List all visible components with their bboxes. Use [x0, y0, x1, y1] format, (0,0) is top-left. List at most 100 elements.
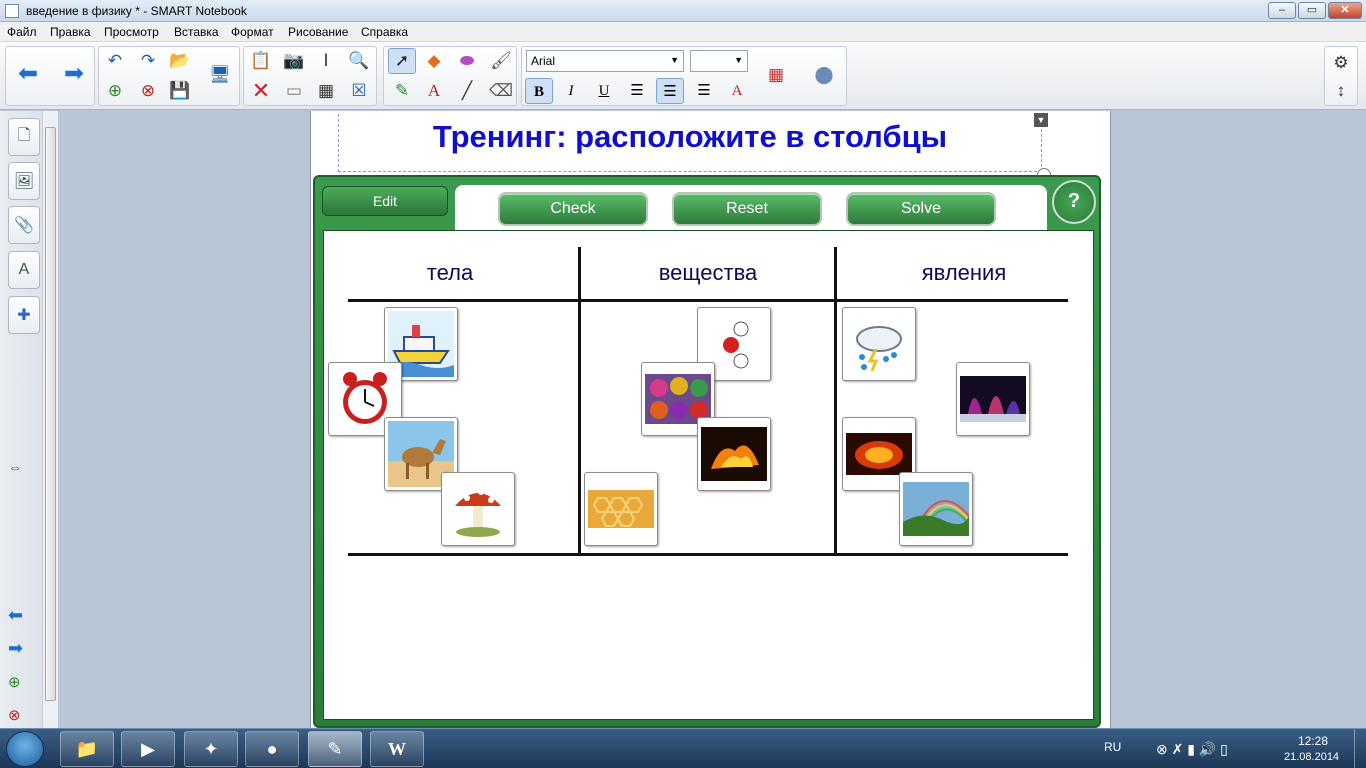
underline-button[interactable]: U — [590, 78, 618, 104]
align-right-icon[interactable]: ☰ — [690, 78, 718, 104]
back-arrow-icon[interactable]: ⬅ — [14, 60, 42, 87]
minimize-button[interactable]: – — [1268, 2, 1296, 19]
add-page-side-icon[interactable]: ⊕ — [8, 673, 21, 691]
solve-button[interactable]: Solve — [846, 192, 996, 226]
paste-icon[interactable]: 📋 — [247, 48, 275, 74]
tray-icons[interactable]: ⊗ ✗ ▮ 🔊 ▯ — [1156, 741, 1228, 758]
media-player-icon[interactable]: ▶ — [121, 731, 175, 767]
menu-insert[interactable]: Вставка — [174, 25, 219, 39]
select-pointer-icon[interactable]: ➚ — [388, 48, 416, 74]
pens-icon[interactable]: ✎ — [388, 78, 416, 104]
next-page-icon[interactable]: ➡ — [8, 638, 23, 659]
redo-icon[interactable]: ↷ — [134, 48, 162, 74]
gallery-icon[interactable]: 🖼 — [8, 162, 40, 200]
column-header-bodies: тела — [426, 260, 474, 285]
column-divider-1 — [578, 247, 581, 555]
clock-time[interactable]: 12:28 — [1298, 734, 1328, 748]
text-tool-icon[interactable]: A — [420, 78, 448, 104]
open-folder-icon[interactable]: 📂 — [166, 48, 194, 74]
undo-icon[interactable]: ↶ — [101, 48, 129, 74]
align-center-icon[interactable]: ☰ — [656, 78, 684, 104]
menu-draw[interactable]: Рисование — [288, 25, 348, 39]
close-box-icon[interactable]: ☒ — [345, 78, 373, 104]
shapes-icon[interactable]: ◆ — [420, 48, 448, 74]
menu-format[interactable]: Формат — [231, 25, 274, 39]
delete-icon[interactable]: ✕ — [247, 78, 275, 104]
edit-button[interactable]: Edit — [322, 186, 448, 216]
help-button[interactable]: ? — [1052, 180, 1096, 224]
menu-file[interactable]: Файл — [7, 25, 37, 39]
italic-button[interactable]: I — [557, 78, 585, 104]
font-size-select[interactable]: ▼ — [690, 50, 748, 72]
card-rain-cloud[interactable] — [842, 307, 916, 381]
menu-help[interactable]: Справка — [361, 25, 408, 39]
screen-shade-icon[interactable]: ▭ — [280, 78, 308, 104]
taskbar: 📁 ▶ ✦ ● ✎ W RU ⊗ ✗ ▮ 🔊 ▯ 12:28 21.08.201… — [0, 728, 1366, 768]
text-insert-icon[interactable]: Ⅰ — [312, 48, 340, 74]
align-left-icon[interactable]: ☰ — [623, 78, 651, 104]
card-rainbow[interactable] — [899, 472, 973, 546]
gear-icon[interactable]: ⚙ — [1327, 50, 1355, 76]
properties-tab-icon[interactable]: A — [8, 251, 40, 289]
line-icon[interactable]: ╱ — [453, 78, 481, 104]
eraser-tool-icon[interactable]: ⌫ — [487, 78, 515, 104]
color-palette-icon[interactable]: ▦ — [762, 62, 790, 88]
explorer-icon[interactable]: 📁 — [60, 731, 114, 767]
word-icon[interactable]: W — [370, 731, 424, 767]
molten-metal-image — [701, 427, 767, 481]
properties-icon[interactable]: ⬤ — [810, 62, 838, 88]
reset-button[interactable]: Reset — [672, 192, 822, 226]
camera-icon[interactable]: 📷 — [280, 48, 308, 74]
column-header-substances: вещества — [658, 260, 758, 285]
mushrooms-image — [455, 489, 501, 537]
column-header-phenomena: явления — [921, 260, 1007, 285]
save-icon[interactable]: 💾 — [166, 78, 194, 104]
table-icon[interactable]: ▦ — [312, 78, 340, 104]
close-button[interactable]: ✕ — [1328, 2, 1362, 19]
bold-button[interactable]: B — [525, 78, 553, 104]
menu-edit[interactable]: Правка — [50, 25, 91, 39]
screen-display-icon[interactable]: 🖥 — [206, 62, 234, 88]
window-title: введение в физику * - SMART Notebook — [26, 4, 247, 18]
check-button[interactable]: Check — [498, 192, 648, 226]
side-scrollbar[interactable] — [42, 111, 58, 728]
rain-cloud-image — [856, 326, 902, 372]
page-sorter-icon[interactable]: 🗋 — [8, 118, 40, 156]
forward-arrow-icon[interactable]: ➡ — [60, 60, 88, 87]
spell-check-icon[interactable]: 🔍 — [345, 48, 373, 74]
page-heading[interactable]: Тренинг: расположите в столбцы — [338, 114, 1042, 172]
eraser-icon[interactable]: ⬬ — [453, 48, 481, 74]
toolbar-move-icon[interactable]: ↕ — [1327, 78, 1355, 104]
delete-page-icon[interactable]: ⊗ — [134, 78, 162, 104]
card-molten-metal[interactable] — [697, 417, 771, 491]
firefox-icon[interactable]: ● — [245, 731, 299, 767]
app-icon — [5, 4, 19, 18]
card-mushrooms[interactable] — [441, 472, 515, 546]
add-page-icon[interactable]: ⊕ — [101, 78, 129, 104]
object-menu-icon[interactable]: ▼ — [1034, 113, 1048, 127]
clock-date[interactable]: 21.08.2014 — [1284, 751, 1339, 763]
language-indicator[interactable]: RU — [1104, 740, 1121, 754]
card-honeycomb[interactable] — [584, 472, 658, 546]
previous-page-icon[interactable]: ⬅ — [8, 605, 23, 626]
fill-icon[interactable]: 🖌 — [487, 48, 515, 74]
maximize-button[interactable]: ▭ — [1298, 2, 1326, 19]
card-aurora[interactable] — [956, 362, 1030, 436]
menu-bar: Файл Правка Просмотр Вставка Формат Рисо… — [0, 22, 1366, 42]
show-desktop-button[interactable] — [1354, 729, 1366, 768]
column-divider-2 — [834, 247, 837, 555]
menu-view[interactable]: Просмотр — [104, 25, 159, 39]
bottom-divider — [348, 553, 1068, 556]
resize-panel-icon[interactable]: ⇔ — [8, 459, 22, 475]
addons-icon[interactable]: ✚ — [8, 296, 40, 334]
rainbow-image — [903, 482, 969, 537]
title-bar: введение в физику * - SMART Notebook – ▭… — [0, 0, 1366, 22]
attachments-icon[interactable]: 📎 — [8, 206, 40, 244]
text-effects-icon[interactable]: A — [723, 78, 751, 104]
smart-tools-icon[interactable]: ✦ — [184, 731, 238, 767]
delete-page-side-icon[interactable]: ⊗ — [8, 706, 21, 724]
font-name-select[interactable]: Arial ▼ — [526, 50, 684, 72]
honeycomb-image — [588, 490, 654, 528]
start-button[interactable] — [6, 731, 44, 767]
smart-notebook-icon[interactable]: ✎ — [308, 731, 362, 767]
